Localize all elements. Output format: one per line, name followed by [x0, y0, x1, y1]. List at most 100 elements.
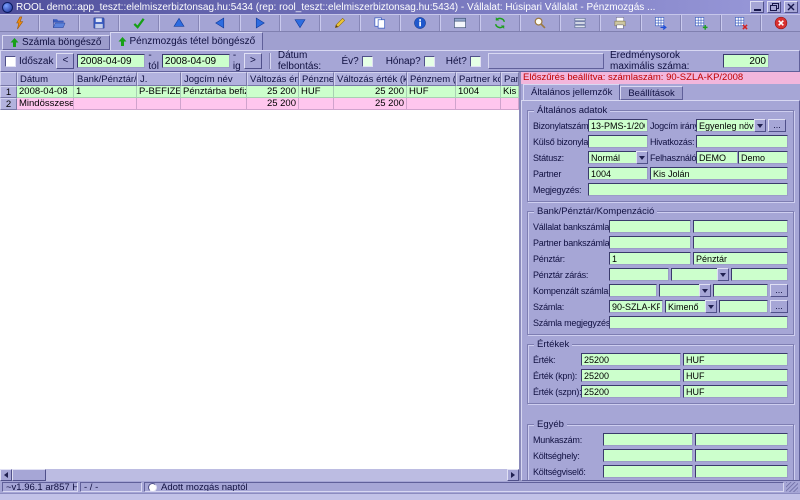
table-total-row[interactable]: 2 Mindösszesen: 25 200 25 200: [0, 98, 519, 110]
horizontal-scrollbar[interactable]: [0, 469, 519, 481]
dropdown-arrow-icon[interactable]: [754, 119, 766, 132]
print-button[interactable]: [600, 15, 641, 31]
vallalat-bankszamla-kod-input[interactable]: [609, 220, 691, 233]
koltsegviselo-nev-input[interactable]: [695, 465, 788, 478]
table-append-button[interactable]: [680, 15, 721, 31]
nav-up-button[interactable]: [159, 15, 200, 31]
window-button[interactable]: [440, 15, 481, 31]
col-partner-kod[interactable]: Partner kód: [456, 72, 501, 86]
col-partner[interactable]: Part: [501, 72, 519, 86]
szamla-megjegyzes-input[interactable]: [609, 316, 788, 329]
ertek-szpn-input[interactable]: [581, 385, 681, 398]
penztar-zaras-input-1[interactable]: [609, 268, 669, 281]
tab-beallitasok[interactable]: Beállítások: [620, 86, 683, 100]
ev-checkbox[interactable]: [361, 55, 373, 67]
restore-button[interactable]: [767, 1, 781, 13]
vallalat-bankszamla-nev-input[interactable]: [693, 220, 788, 233]
tab-penzmozgas-tetel-bongeszo[interactable]: Pénzmozgás tétel böngésző: [109, 32, 264, 50]
statusz-select[interactable]: Normál: [588, 151, 648, 164]
ertek-kpn-input[interactable]: [581, 369, 681, 382]
penztar-kod-input[interactable]: [609, 252, 691, 265]
tab-altalanos-jellemzok[interactable]: Általános jellemzők: [523, 84, 621, 100]
penztar-zaras-select[interactable]: [671, 268, 729, 281]
szamla-irany-select[interactable]: Kimenő: [665, 300, 717, 313]
col-penznem[interactable]: Pénznem: [299, 72, 334, 86]
scroll-left-button[interactable]: [0, 469, 12, 481]
close-button[interactable]: [784, 1, 798, 13]
koltsegviselo-kod-input[interactable]: [603, 465, 693, 478]
dropdown-arrow-icon[interactable]: [636, 151, 648, 164]
kompenzalt-szamla-input-1[interactable]: [609, 284, 657, 297]
felhasznalo-nev-input[interactable]: [738, 151, 788, 164]
run-button[interactable]: [0, 15, 40, 31]
honap-checkbox[interactable]: [423, 55, 435, 67]
search-button[interactable]: [520, 15, 561, 31]
szamla-more-button[interactable]: ...: [770, 300, 788, 313]
col-bank[interactable]: Bank/Pénztár/K.: [74, 72, 137, 86]
col-j[interactable]: J.: [137, 72, 181, 86]
partner-nev-input[interactable]: [650, 167, 788, 180]
jogcim-more-button[interactable]: ...: [768, 119, 786, 132]
megjegyzes-input[interactable]: [588, 183, 788, 196]
table-row[interactable]: 1 2008-04-08 1 P-BEFIZETÉS Pénztárba bef…: [0, 86, 519, 98]
save-button[interactable]: [79, 15, 120, 31]
scrollbar-thumb[interactable]: [12, 469, 46, 481]
info-button[interactable]: [399, 15, 441, 31]
prev-period-button[interactable]: <: [56, 53, 75, 69]
jogcim-irany-select[interactable]: Egyenleg növelő: [696, 119, 766, 132]
minimize-button[interactable]: [750, 1, 764, 13]
col-penznem-kpn[interactable]: Pénznem (kpn): [407, 72, 456, 86]
penztar-nev-input[interactable]: [693, 252, 788, 265]
partner-bankszamla-kod-input[interactable]: [609, 236, 691, 249]
partner-kod-input[interactable]: [588, 167, 648, 180]
date-to-input[interactable]: [161, 54, 230, 68]
dropdown-arrow-icon[interactable]: [705, 300, 717, 313]
scroll-right-button[interactable]: [507, 469, 519, 481]
resize-grip-icon[interactable]: [786, 482, 798, 492]
next-period-button[interactable]: >: [243, 53, 262, 69]
koltseghely-kod-input[interactable]: [603, 449, 693, 462]
ertek-kpn-penznem-input[interactable]: [683, 369, 788, 382]
edit-button[interactable]: [319, 15, 360, 31]
copy-button[interactable]: [359, 15, 400, 31]
table-remove-button[interactable]: [720, 15, 761, 31]
open-button[interactable]: [39, 15, 80, 31]
col-jogcim[interactable]: Jogcím név: [181, 72, 247, 86]
kompenzalt-szamla-select[interactable]: [659, 284, 711, 297]
close-form-button[interactable]: [760, 15, 800, 31]
koltseghely-nev-input[interactable]: [695, 449, 788, 462]
tab-szamla-bongeszo[interactable]: Számla böngésző: [2, 35, 110, 50]
maxrows-input[interactable]: [723, 54, 769, 68]
kompenzalt-szamla-input-3[interactable]: [713, 284, 768, 297]
munkaszam-kod-input[interactable]: [603, 433, 693, 446]
refresh-button[interactable]: [480, 15, 521, 31]
ertek-szpn-penznem-input[interactable]: [683, 385, 788, 398]
title-bar[interactable]: ROOL demo::app_teszt::elelmiszerbiztonsa…: [0, 0, 800, 14]
penztar-zaras-input-3[interactable]: [731, 268, 788, 281]
nav-right-button[interactable]: [239, 15, 280, 31]
col-datum[interactable]: Dátum: [17, 72, 74, 86]
het-checkbox[interactable]: [469, 55, 481, 67]
szamla-kod-input[interactable]: [609, 300, 663, 313]
idoszak-checkbox[interactable]: [5, 55, 16, 67]
hivatkozas-input[interactable]: [696, 135, 788, 148]
munkaszam-nev-input[interactable]: [695, 433, 788, 446]
table-export-button[interactable]: [640, 15, 681, 31]
kompenzalt-szamla-more-button[interactable]: ...: [770, 284, 788, 297]
scrollbar-track[interactable]: [46, 469, 507, 481]
nav-down-button[interactable]: [279, 15, 320, 31]
szamla-extra-input[interactable]: [719, 300, 768, 313]
kulso-bizonylat-input[interactable]: [588, 135, 648, 148]
partner-bankszamla-nev-input[interactable]: [693, 236, 788, 249]
dropdown-arrow-icon[interactable]: [717, 268, 729, 281]
nav-left-button[interactable]: [199, 15, 240, 31]
ertek-penznem-input[interactable]: [683, 353, 788, 366]
date-from-input[interactable]: [77, 54, 146, 68]
accept-button[interactable]: [119, 15, 160, 31]
list-button[interactable]: [560, 15, 601, 31]
col-valtozas[interactable]: Változás érték: [247, 72, 299, 86]
ertek-input[interactable]: [581, 353, 681, 366]
bizonylatszam-input[interactable]: [588, 119, 648, 132]
dropdown-arrow-icon[interactable]: [699, 284, 711, 297]
felhasznalo-kod-input[interactable]: [696, 151, 738, 164]
